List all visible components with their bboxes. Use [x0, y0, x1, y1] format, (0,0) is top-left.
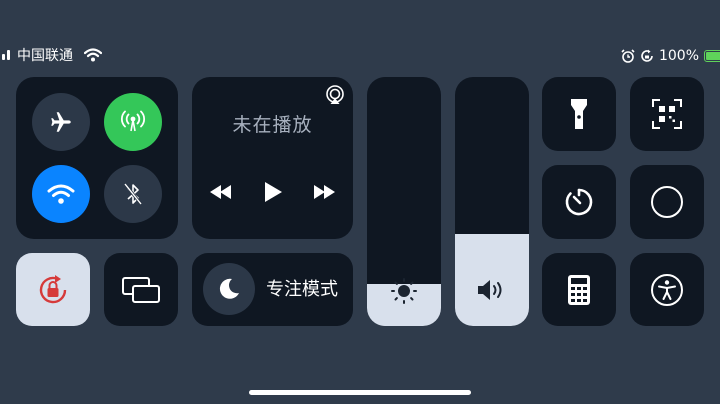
home-indicator[interactable] [249, 390, 471, 395]
qr-scanner-button[interactable] [630, 77, 704, 151]
volume-slider[interactable] [455, 77, 529, 326]
cellular-data-button[interactable] [104, 93, 162, 151]
record-icon [651, 186, 683, 218]
now-playing-status: 未在播放 [232, 114, 313, 136]
carrier-label: 中国联通 [17, 48, 73, 64]
qr-code-icon [652, 99, 682, 129]
wifi-button[interactable] [32, 165, 90, 223]
screen-recording-button[interactable] [630, 165, 704, 239]
speaker-icon [478, 280, 502, 300]
accessibility-button[interactable] [630, 253, 704, 326]
status-bar [0, 0, 720, 28]
screen-mirroring-icon [122, 276, 160, 303]
connectivity-panel [16, 77, 178, 239]
sun-icon [391, 278, 417, 304]
flashlight-icon [571, 99, 587, 129]
now-playing-panel[interactable]: 未在播放 [192, 77, 353, 239]
battery-percent: 100% [658, 48, 699, 64]
signal-icon [2, 50, 10, 60]
bluetooth-button[interactable] [104, 165, 162, 223]
rotation-lock-button[interactable] [16, 253, 90, 326]
focus-mode-label: 专注模式 [266, 279, 338, 300]
focus-icon-circle [203, 263, 255, 315]
calculator-icon [568, 274, 590, 305]
bluetooth-off-icon [123, 183, 143, 205]
status-right: 100% [621, 46, 720, 66]
rewind-icon[interactable] [209, 184, 233, 200]
cellular-antenna-icon [121, 110, 145, 132]
focus-mode-button[interactable]: 专注模式 [192, 253, 353, 326]
fast-forward-icon[interactable] [312, 184, 336, 200]
alarm-icon [621, 49, 635, 63]
timer-icon [565, 188, 593, 216]
calculator-button[interactable] [542, 253, 616, 326]
timer-button[interactable] [542, 165, 616, 239]
play-icon[interactable] [263, 181, 283, 203]
wifi-status-icon [84, 48, 102, 62]
airplane-mode-button[interactable] [32, 93, 90, 151]
accessibility-icon [651, 273, 683, 306]
wifi-icon [47, 184, 75, 204]
brightness-slider[interactable] [367, 77, 441, 326]
moon-icon [219, 278, 239, 299]
rotation-lock-icon [39, 274, 67, 303]
battery-charging-icon [704, 50, 720, 62]
screen-mirroring-button[interactable] [104, 253, 178, 326]
rotation-lock-status-icon [641, 49, 653, 62]
airplane-icon [51, 112, 71, 132]
flashlight-button[interactable] [542, 77, 616, 151]
airplay-icon [326, 85, 344, 104]
